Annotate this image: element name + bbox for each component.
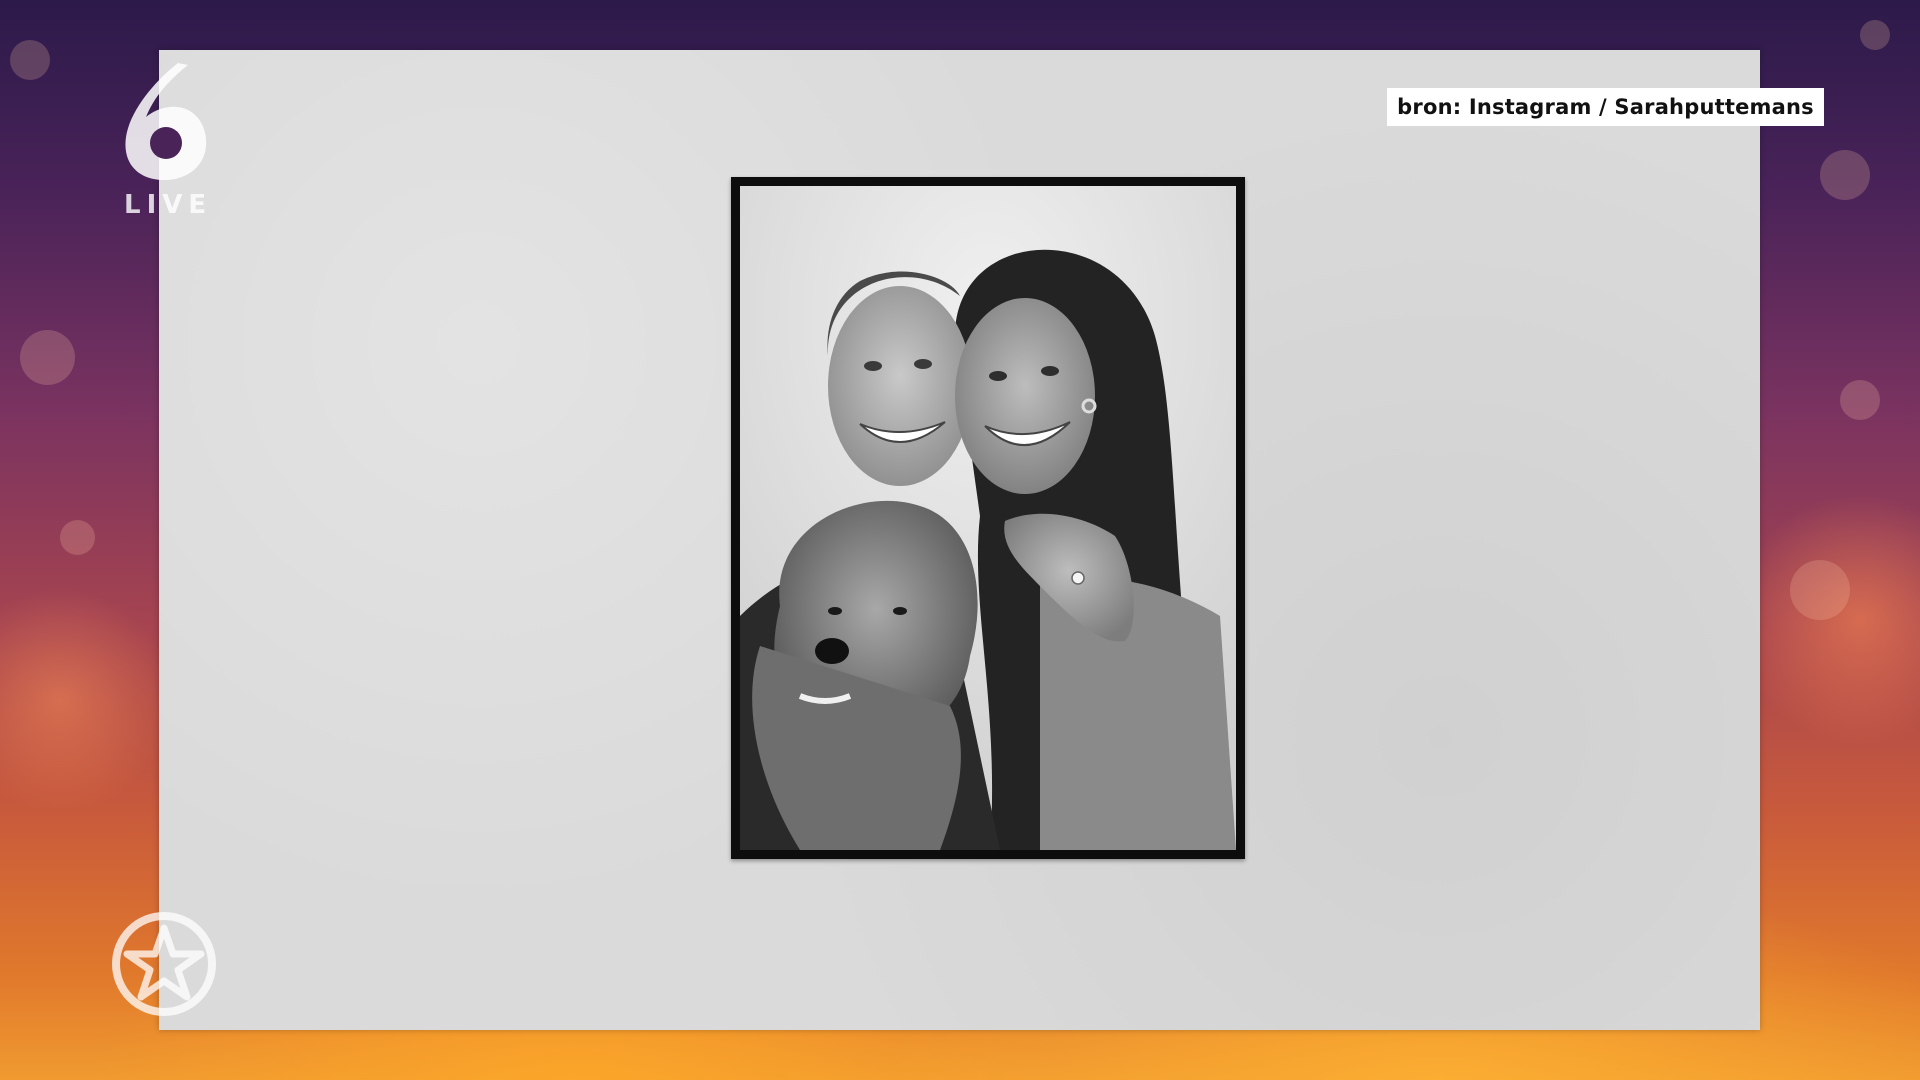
photobooth-photo xyxy=(731,177,1245,859)
couple-with-dog-photo xyxy=(740,186,1236,850)
star-in-circle-icon xyxy=(110,910,218,1018)
background-bokeh xyxy=(10,40,50,80)
background-bokeh xyxy=(20,330,75,385)
live-label: LIVE xyxy=(124,190,213,220)
background-bokeh xyxy=(60,520,95,555)
background-bokeh xyxy=(1860,20,1890,50)
background-bokeh xyxy=(1840,380,1880,420)
background-bokeh xyxy=(1820,150,1870,200)
source-credit-label: bron: Instagram / Sarahputtemans xyxy=(1387,88,1824,126)
background-bokeh xyxy=(1790,560,1850,620)
